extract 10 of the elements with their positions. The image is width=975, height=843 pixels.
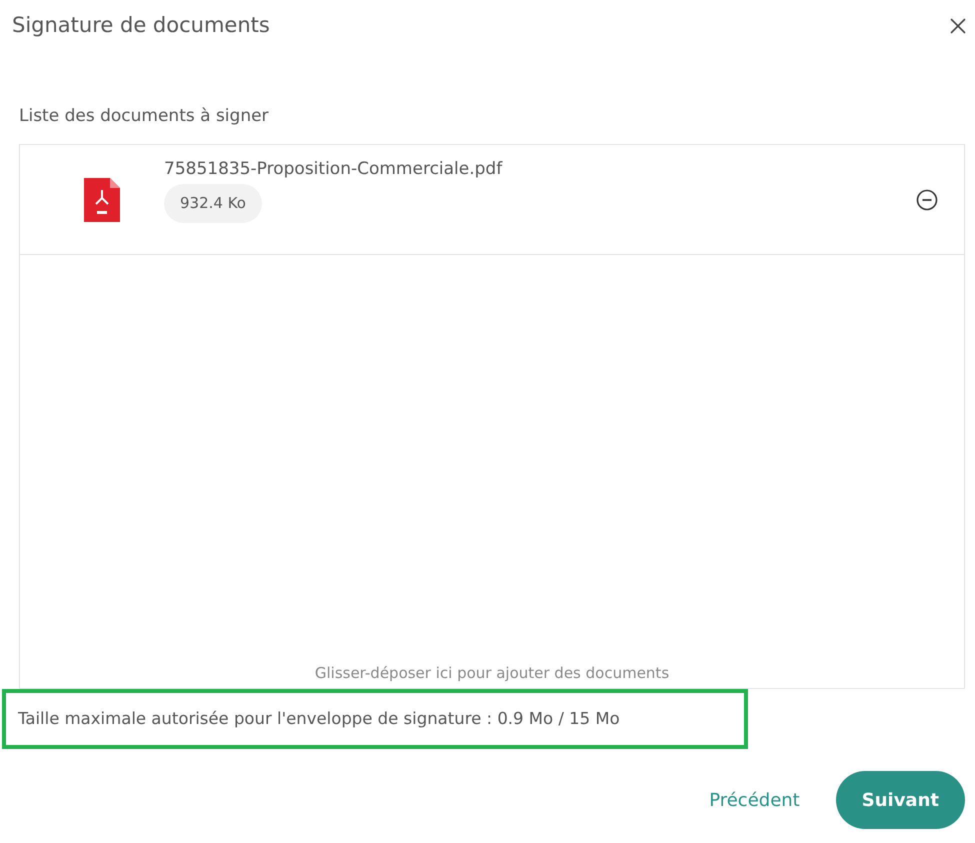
file-size-chip: 932.4 Ko	[164, 184, 262, 222]
document-name: 75851835-Proposition-Commerciale.pdf	[164, 158, 502, 180]
dialog-title: Signature de documents	[12, 12, 270, 40]
size-limit-text: Taille maximale autorisée pour l'enveloppe de signature : 0.9 Mo / 15 Mo	[18, 708, 620, 730]
previous-button[interactable]: Précédent	[709, 771, 800, 829]
section-label: Liste des documents à signer	[19, 106, 269, 126]
next-button[interactable]: Suivant	[836, 771, 965, 829]
pdf-file-icon	[82, 178, 122, 222]
drop-hint: Glisser-déposer ici pour ajouter des documents	[314, 662, 670, 684]
remove-icon[interactable]	[916, 188, 938, 210]
